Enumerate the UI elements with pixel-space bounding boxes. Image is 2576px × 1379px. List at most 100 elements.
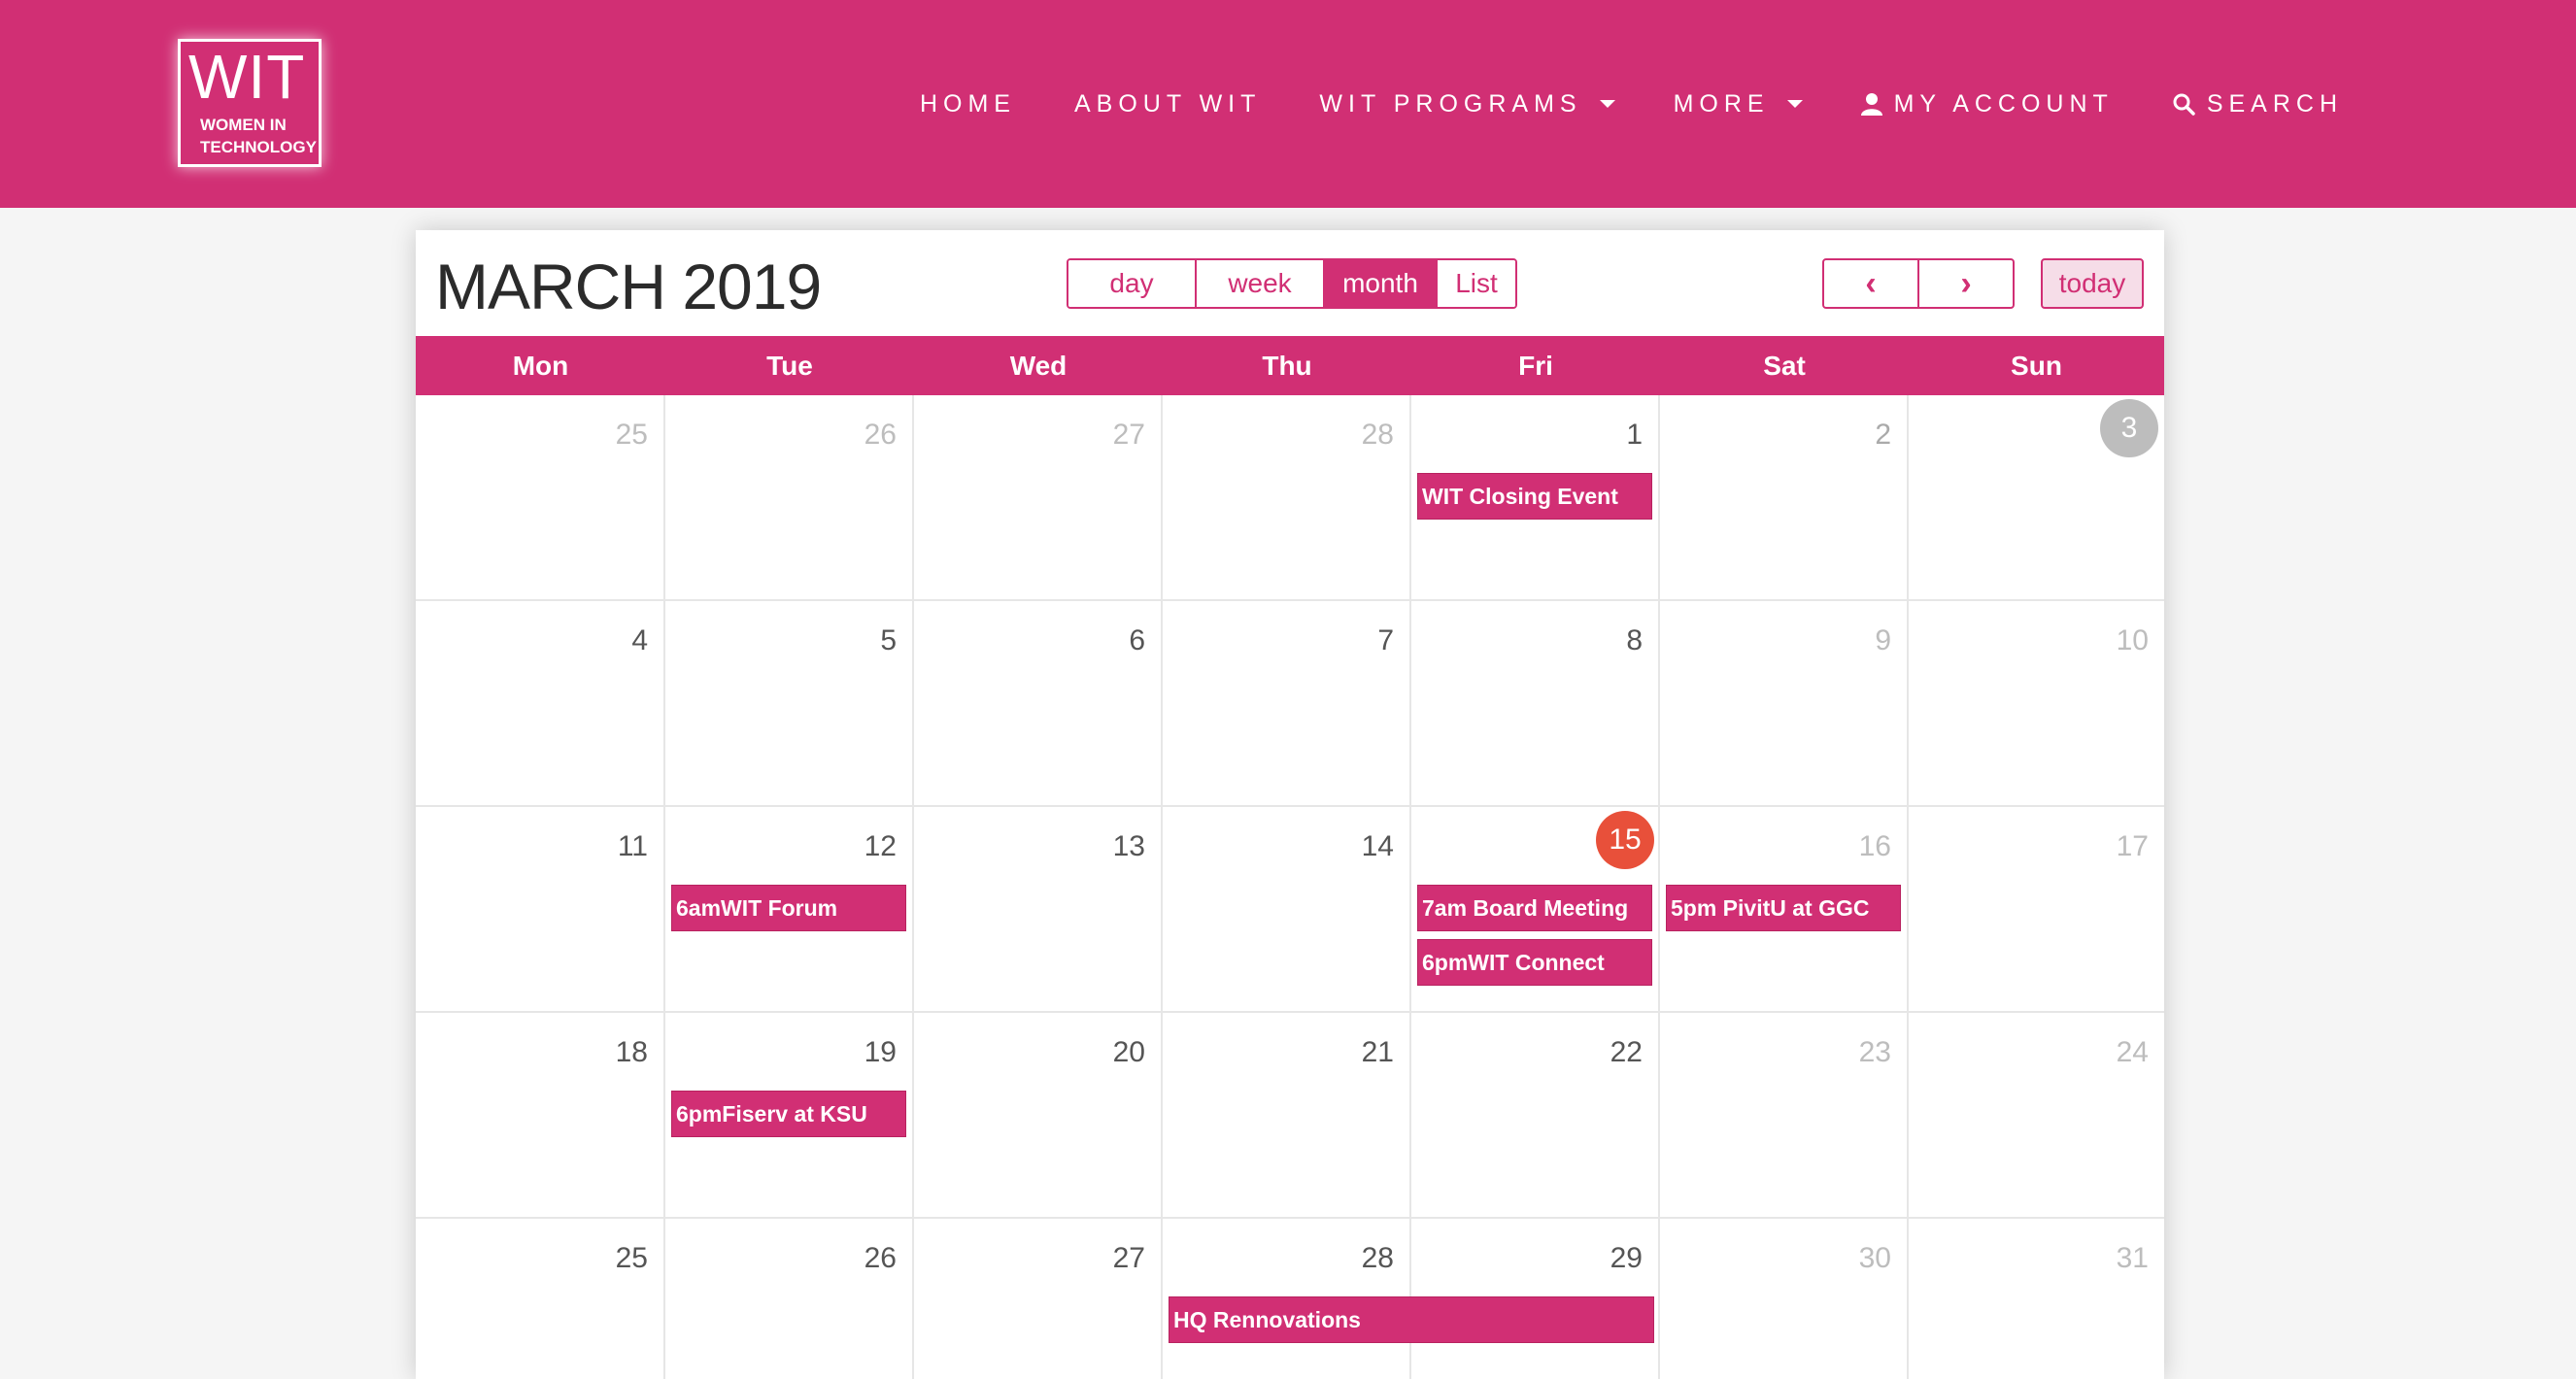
day-number: 16 [1858,830,1891,862]
day-cell[interactable]: 17 [1909,807,2164,1011]
event-time: 6pm [1422,949,1469,975]
day-cell[interactable]: 30 [1660,1219,1909,1379]
event-time: 5pm [1671,894,1717,921]
day-cell[interactable]: 25 [416,395,665,599]
prev-month-button[interactable]: ‹ [1824,260,1917,307]
day-cell[interactable]: 27 [914,395,1163,599]
day-cell[interactable]: 11 [416,807,665,1011]
today-button[interactable]: today [2041,258,2144,309]
day-cell[interactable]: 25 [416,1219,665,1379]
day-cell[interactable]: 1 WIT Closing Event [1411,395,1660,599]
day-number: 23 [1858,1036,1891,1068]
view-week-button[interactable]: week [1197,260,1325,307]
day-cell[interactable]: 28 [1163,395,1411,599]
day-cell[interactable]: 20 [914,1013,1163,1217]
user-icon [1860,92,1882,116]
calendar-event[interactable]: 6pm WIT Connect [1417,939,1652,986]
view-list-button[interactable]: List [1438,260,1515,307]
day-cell[interactable]: 26 [665,1219,914,1379]
day-cell[interactable]: 3 [1909,395,2164,599]
nav-home-label: HOME [919,89,1016,118]
weekday-header: Mon Tue Wed Thu Fri Sat Sun [416,336,2164,395]
next-month-button[interactable]: › [1917,260,2013,307]
day-cell[interactable]: 9 [1660,601,1909,805]
calendar-event[interactable]: HQ Rennovations [1169,1296,1654,1343]
caret-down-icon [1786,100,1803,108]
day-cell[interactable]: 13 [914,807,1163,1011]
main-nav: HOME ABOUT WIT WIT PROGRAMS MORE MY ACCOUNT S… [920,82,2343,126]
day-number: 28 [1361,1242,1394,1274]
today-badge: 15 [1596,811,1654,869]
calendar: MARCH 2019 day week month List ‹ › today Mo… [416,230,2164,1379]
day-cell[interactable]: 10 [1909,601,2164,805]
calendar-event[interactable]: 6pm Fiserv at KSU [671,1091,906,1137]
day-cell[interactable]: 22 [1411,1013,1660,1217]
day-number: 19 [864,1036,897,1068]
day-cell[interactable]: 8 [1411,601,1660,805]
day-number: 6 [1129,624,1145,656]
calendar-event[interactable]: 6am WIT Forum [671,885,906,931]
event-title: WIT Forum [721,894,838,921]
calendar-event[interactable]: WIT Closing Event [1417,473,1652,520]
nav-wit-programs-label: WIT PROGRAMS [1319,89,1582,118]
caret-down-icon [1599,100,1615,108]
week-row: 4 5 6 7 8 9 10 [416,601,2164,807]
event-time: 7am [1422,894,1468,921]
week-row: 11 12 6am WIT Forum 13 14 15 7am Board Meeting 6… [416,807,2164,1013]
nav-home[interactable]: HOME [920,90,1016,118]
day-cell[interactable]: 27 [914,1219,1163,1379]
calendar-event[interactable]: 7am Board Meeting [1417,885,1652,931]
day-number: 24 [2116,1036,2149,1068]
day-cell[interactable]: 2 [1660,395,1909,599]
calendar-title: MARCH 2019 [435,251,822,322]
weekday-sun: Sun [2011,350,2062,381]
view-month-button[interactable]: month [1325,260,1438,307]
day-cell[interactable]: 5 [665,601,914,805]
day-number: 27 [1112,419,1145,451]
day-cell[interactable]: 18 [416,1013,665,1217]
day-cell[interactable]: 23 [1660,1013,1909,1217]
nav-my-account[interactable]: MY ACCOUNT [1860,90,2114,118]
weekday-fri: Fri [1518,350,1553,381]
day-cell[interactable]: 19 6pm Fiserv at KSU [665,1013,914,1217]
nav-search[interactable]: SEARCH [2172,90,2343,118]
day-number: 30 [1858,1242,1891,1274]
day-number: 10 [2116,624,2149,656]
day-number: 20 [1112,1036,1145,1068]
day-number: 18 [615,1036,648,1068]
weekday-sat: Sat [1763,350,1806,381]
view-day-button[interactable]: day [1068,260,1197,307]
day-cell[interactable]: 12 6am WIT Forum [665,807,914,1011]
weekday-mon: Mon [512,350,569,381]
search-icon [2172,92,2195,116]
calendar-event[interactable]: 5pm PivitU at GGC [1666,885,1901,931]
day-cell[interactable]: 26 [665,395,914,599]
day-number: 1 [1626,419,1643,451]
event-title: Board Meeting [1467,894,1629,921]
nav-wit-programs[interactable]: WIT PROGRAMS [1319,89,1615,118]
nav-more[interactable]: MORE [1674,90,1803,118]
day-number: 2 [1875,419,1891,451]
day-number: 27 [1112,1242,1145,1274]
day-number: 29 [1610,1242,1643,1274]
nav-about-wit[interactable]: ABOUT WIT [1074,90,1261,118]
day-cell[interactable]: 16 5pm PivitU at GGC [1660,807,1909,1011]
day-cell[interactable]: 7 [1163,601,1411,805]
day-cell[interactable]: 31 [1909,1219,2164,1379]
day-cell[interactable]: 4 [416,601,665,805]
day-cell[interactable]: 21 [1163,1013,1411,1217]
top-navigation-bar: WIT WOMEN IN TECHNOLOGY HOME ABOUT WIT WIT… [0,0,2576,208]
day-number: 7 [1377,624,1394,656]
day-number: 13 [1112,830,1145,862]
day-number: 22 [1610,1036,1643,1068]
day-cell[interactable]: 6 [914,601,1163,805]
nav-more-label: MORE [1673,89,1770,118]
event-time: 6pm [676,1100,723,1127]
logo-title: WIT [188,42,306,112]
wit-logo[interactable]: WIT WOMEN IN TECHNOLOGY [178,39,322,167]
day-cell[interactable]: 15 7am Board Meeting 6pm WIT Connect [1411,807,1660,1011]
event-title: WIT Closing Event [1422,483,1618,509]
day-cell[interactable]: 24 [1909,1013,2164,1217]
chevron-left-icon: ‹ [1865,264,1877,302]
day-cell[interactable]: 14 [1163,807,1411,1011]
